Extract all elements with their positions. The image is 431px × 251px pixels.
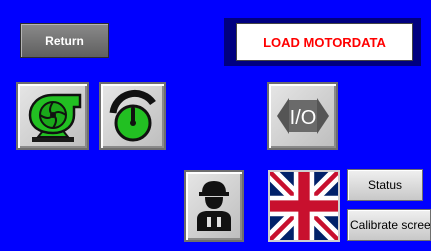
io-button[interactable]: I/O bbox=[267, 82, 338, 150]
calibrate-screen-button[interactable]: Calibrate screen bbox=[347, 209, 431, 241]
return-button[interactable]: Return bbox=[20, 23, 109, 58]
operator-button[interactable] bbox=[184, 170, 244, 242]
io-label: I/O bbox=[289, 107, 316, 129]
pump-button[interactable] bbox=[16, 82, 89, 150]
pump-icon bbox=[28, 93, 81, 142]
uk-flag-icon bbox=[270, 172, 338, 240]
gauge-button[interactable] bbox=[99, 82, 166, 150]
gauge-icon bbox=[109, 90, 156, 142]
status-button[interactable]: Status bbox=[347, 169, 423, 201]
hmi-screen: Return LOAD MOTORDATA I/O Status Calibra… bbox=[0, 0, 431, 251]
operator-icon bbox=[197, 181, 231, 231]
io-toggle-icon: I/O bbox=[276, 98, 329, 134]
language-button[interactable] bbox=[268, 170, 340, 242]
page-title: LOAD MOTORDATA bbox=[236, 23, 413, 61]
